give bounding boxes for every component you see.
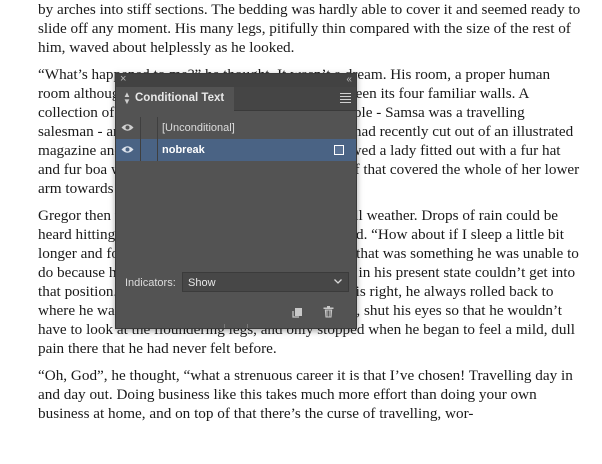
tab-conditional-text[interactable]: ▲ ▼ Conditional Text	[116, 87, 234, 111]
panel-footer-actions	[276, 305, 334, 323]
tab-expand-icon[interactable]: ▲ ▼	[123, 91, 131, 106]
condition-row-nobreak[interactable]: nobreak	[116, 139, 356, 161]
eye-icon	[121, 124, 134, 131]
close-icon[interactable]: ×	[120, 73, 126, 86]
new-condition-icon	[291, 308, 302, 318]
indicators-dropdown[interactable]: Show	[182, 272, 349, 292]
new-condition-button[interactable]	[291, 305, 303, 323]
paragraph-1: by arches into stiff sections. The beddi…	[38, 1, 581, 56]
paragraph-4: “Oh, God”, he thought, “what a strenuous…	[38, 367, 573, 422]
chevron-down-icon	[334, 279, 342, 284]
visibility-toggle[interactable]	[116, 117, 139, 139]
indicators-label: Indicators:	[125, 277, 176, 289]
panel-title: Conditional Text	[135, 92, 225, 104]
collapse-icon[interactable]: ‹‹	[346, 73, 352, 86]
condition-label: [Unconditional]	[162, 122, 235, 134]
condition-label: nobreak	[162, 144, 205, 156]
eye-icon	[121, 146, 134, 153]
indicators-value: Show	[188, 277, 216, 289]
condition-color-swatch[interactable]	[334, 145, 344, 155]
panel-menu-icon[interactable]	[340, 93, 351, 105]
trash-icon	[323, 306, 334, 318]
delete-condition-button[interactable]	[323, 305, 334, 323]
panel-title-bar[interactable]: × ‹‹	[116, 73, 356, 87]
conditional-text-panel: × ‹‹ ▲ ▼ Conditional Text [Unconditional]	[115, 73, 357, 329]
resize-grip[interactable]	[224, 324, 248, 328]
visibility-toggle[interactable]	[116, 139, 139, 161]
condition-row-unconditional[interactable]: [Unconditional]	[116, 117, 356, 139]
panel-tab-row: ▲ ▼ Conditional Text	[116, 87, 356, 111]
